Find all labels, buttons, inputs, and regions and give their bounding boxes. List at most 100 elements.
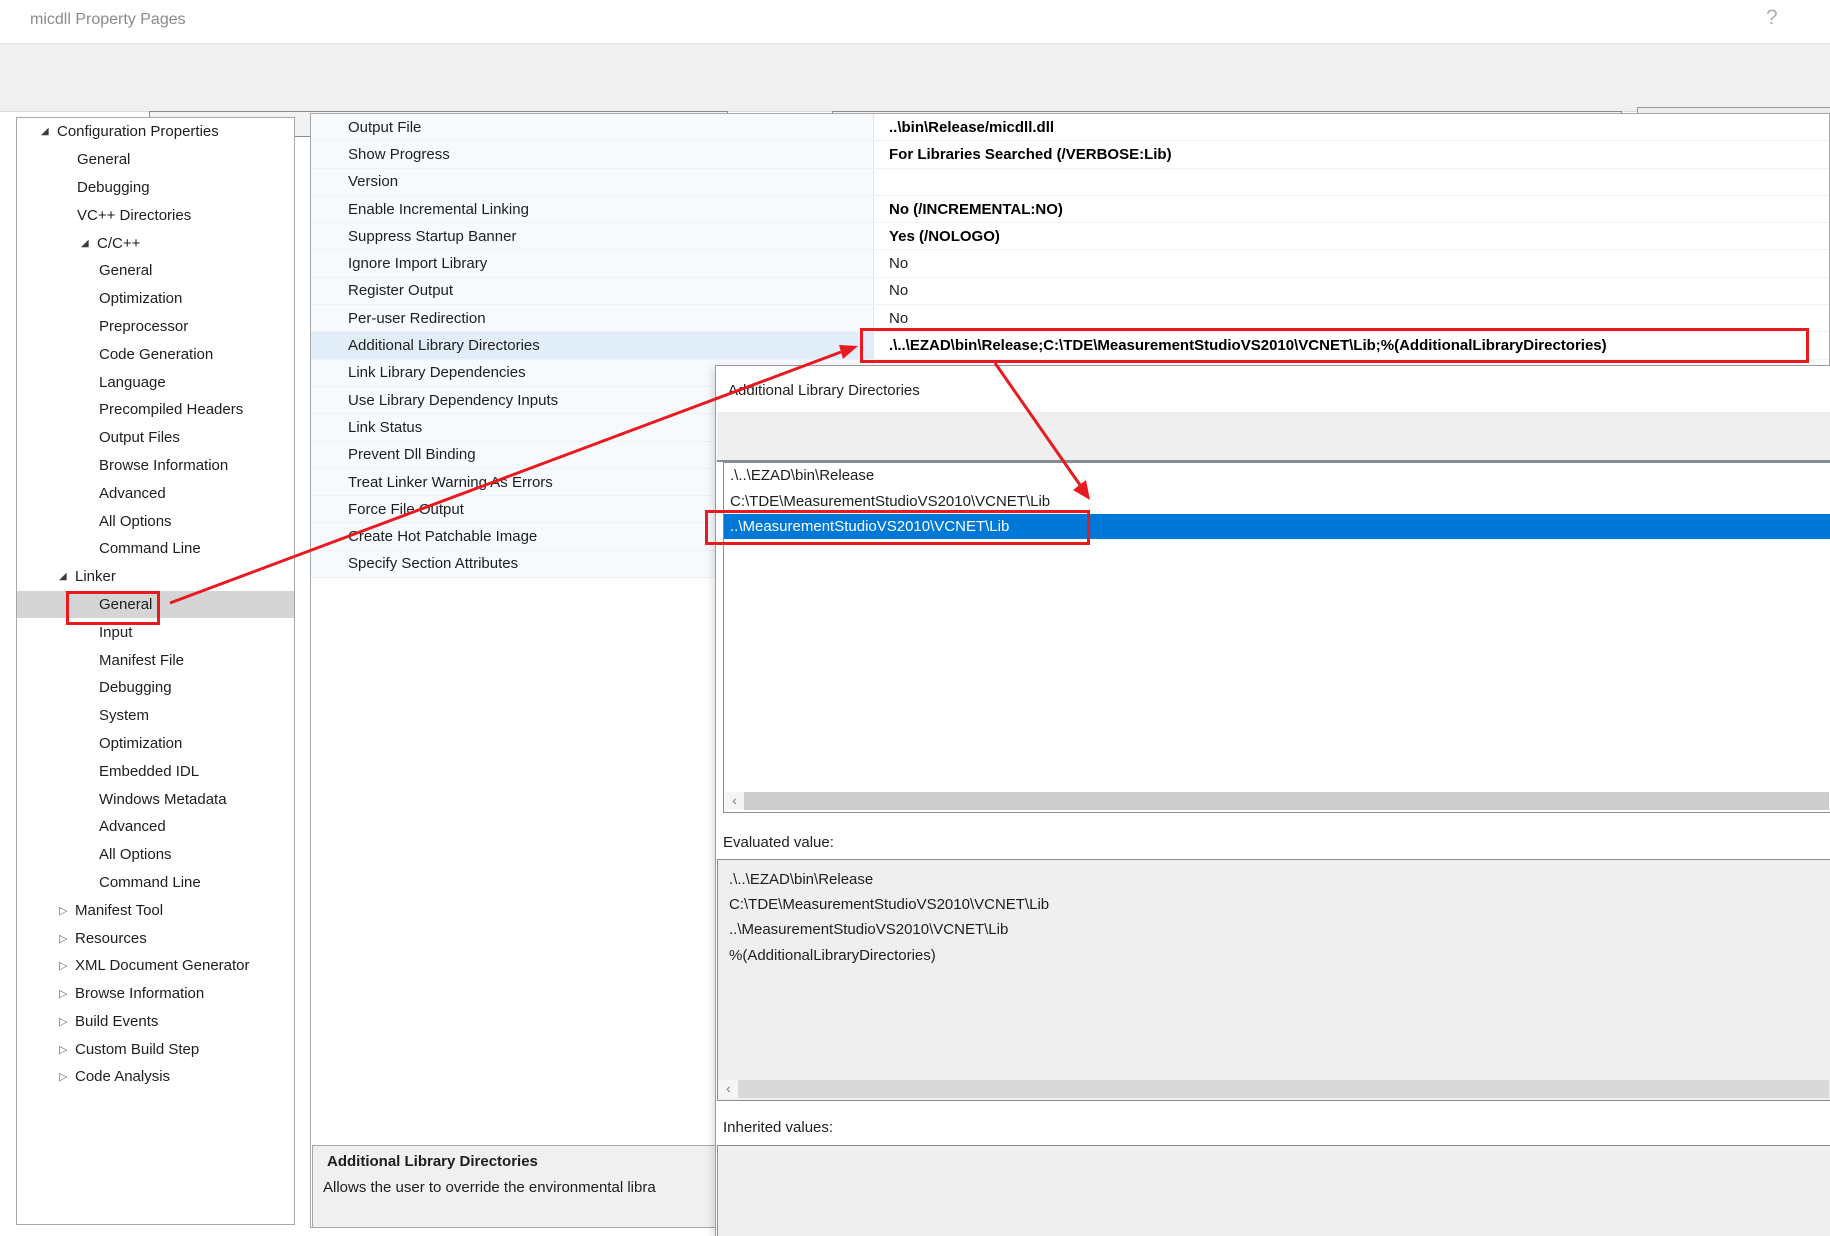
chevron-collapsed-icon[interactable]: ▷ — [59, 1043, 75, 1056]
help-box-description: Allows the user to override the environm… — [323, 1179, 656, 1196]
help-box-title: Additional Library Directories — [327, 1153, 538, 1170]
property-value[interactable]: No (/INCREMENTAL:NO) — [873, 196, 1829, 222]
tree-item-advanced[interactable]: Advanced — [17, 813, 294, 841]
property-row[interactable]: Per-user RedirectionNo — [311, 305, 1829, 332]
property-pages-dialog: micdll Property Pages ? Configuration: A… — [0, 0, 1830, 1236]
directory-list-item[interactable]: ..\MeasurementStudioVS2010\VCNET\Lib — [724, 514, 1830, 539]
property-label: Additional Library Directories — [311, 332, 873, 358]
tree-item-general[interactable]: General — [17, 146, 294, 174]
tree-item-system[interactable]: System — [17, 702, 294, 730]
property-row[interactable]: Output File..\bin\Release/micdll.dll — [311, 114, 1829, 141]
tree-item-general[interactable]: General — [17, 257, 294, 285]
property-value[interactable]: No — [873, 250, 1829, 276]
tree-item-manifest-file[interactable]: Manifest File — [17, 646, 294, 674]
property-value[interactable]: For Libraries Searched (/VERBOSE:Lib) — [873, 141, 1829, 167]
property-label: Enable Incremental Linking — [311, 196, 873, 222]
tree-item-label: All Options — [99, 513, 172, 530]
tree-item-label: XML Document Generator — [75, 957, 250, 974]
property-value[interactable] — [873, 169, 1829, 195]
tree-item-advanced[interactable]: Advanced — [17, 479, 294, 507]
tree-item-build-events[interactable]: ▷Build Events — [17, 1008, 294, 1036]
directory-list-item[interactable]: .\..\EZAD\bin\Release — [724, 463, 1830, 488]
chevron-collapsed-icon[interactable]: ▷ — [59, 1015, 75, 1028]
property-label: Suppress Startup Banner — [311, 223, 873, 249]
tree-item-debugging[interactable]: Debugging — [17, 174, 294, 202]
property-row[interactable]: Version — [311, 169, 1829, 196]
tree-item-code-generation[interactable]: Code Generation — [17, 340, 294, 368]
property-row[interactable]: Suppress Startup BannerYes (/NOLOGO) — [311, 223, 1829, 250]
inherited-values-box — [717, 1145, 1830, 1236]
tree-item-all-options[interactable]: All Options — [17, 507, 294, 535]
tree-item-precompiled-headers[interactable]: Precompiled Headers — [17, 396, 294, 424]
help-icon[interactable]: ? — [1766, 6, 1778, 30]
tree-item-label: Embedded IDL — [99, 763, 199, 780]
property-help-box: Additional Library Directories Allows th… — [312, 1145, 716, 1228]
directories-list[interactable]: .\..\EZAD\bin\ReleaseC:\TDE\MeasurementS… — [723, 462, 1830, 813]
chevron-collapsed-icon[interactable]: ▷ — [59, 959, 75, 972]
property-value[interactable]: Yes (/NOLOGO) — [873, 223, 1829, 249]
tree-item-code-analysis[interactable]: ▷Code Analysis — [17, 1063, 294, 1091]
chevron-expanded-icon[interactable]: ◢ — [81, 238, 97, 249]
tree-item-embedded-idl[interactable]: Embedded IDL — [17, 757, 294, 785]
tree-item-label: VC++ Directories — [77, 207, 191, 224]
tree-item-configuration-properties[interactable]: ◢Configuration Properties — [17, 118, 294, 146]
scrollbar-track[interactable] — [738, 1080, 1829, 1098]
tree-item-optimization[interactable]: Optimization — [17, 730, 294, 758]
tree-item-resources[interactable]: ▷Resources — [17, 924, 294, 952]
tree-item-label: Preprocessor — [99, 318, 188, 335]
tree-item-windows-metadata[interactable]: Windows Metadata — [17, 785, 294, 813]
tree-item-preprocessor[interactable]: Preprocessor — [17, 313, 294, 341]
chevron-expanded-icon[interactable]: ◢ — [59, 571, 75, 582]
list-horizontal-scrollbar[interactable]: ‹ — [725, 792, 1829, 810]
tree-item-label: Linker — [75, 568, 116, 585]
tree-item-language[interactable]: Language — [17, 368, 294, 396]
property-value[interactable]: No — [873, 305, 1829, 331]
property-value[interactable]: .\..\EZAD\bin\Release;C:\TDE\Measurement… — [873, 332, 1829, 358]
tree-item-output-files[interactable]: Output Files — [17, 424, 294, 452]
scroll-left-icon[interactable]: ‹ — [725, 792, 744, 810]
tree-item-label: Code Generation — [99, 346, 213, 363]
tree-item-label: All Options — [99, 846, 172, 863]
property-label: Output File — [311, 114, 873, 140]
chevron-collapsed-icon[interactable]: ▷ — [59, 904, 75, 917]
tree-item-input[interactable]: Input — [17, 618, 294, 646]
property-row[interactable]: Show ProgressFor Libraries Searched (/VE… — [311, 141, 1829, 168]
tree-item-custom-build-step[interactable]: ▷Custom Build Step — [17, 1035, 294, 1063]
tree-item-vc-directories[interactable]: VC++ Directories — [17, 201, 294, 229]
tree-item-label: Configuration Properties — [57, 123, 219, 140]
chevron-collapsed-icon[interactable]: ▷ — [59, 932, 75, 945]
tree-item-manifest-tool[interactable]: ▷Manifest Tool — [17, 896, 294, 924]
scroll-left-icon[interactable]: ‹ — [719, 1080, 738, 1098]
popup-title: Additional Library Directories — [728, 382, 920, 399]
tree-item-linker[interactable]: ◢Linker — [17, 563, 294, 591]
tree-item-command-line[interactable]: Command Line — [17, 535, 294, 563]
chevron-expanded-icon[interactable]: ◢ — [41, 126, 57, 137]
tree-item-browse-information[interactable]: Browse Information — [17, 452, 294, 480]
tree-item-all-options[interactable]: All Options — [17, 841, 294, 869]
tree-item-label: Debugging — [77, 179, 150, 196]
property-row[interactable]: Enable Incremental LinkingNo (/INCREMENT… — [311, 196, 1829, 223]
tree-item-browse-information[interactable]: ▷Browse Information — [17, 980, 294, 1008]
popup-toolbar-band — [717, 412, 1830, 462]
property-row[interactable]: Ignore Import LibraryNo — [311, 250, 1829, 277]
tree-item-command-line[interactable]: Command Line — [17, 869, 294, 897]
property-label: Per-user Redirection — [311, 305, 873, 331]
tree-item-general[interactable]: General — [17, 591, 294, 619]
tree-item-optimization[interactable]: Optimization — [17, 285, 294, 313]
chevron-collapsed-icon[interactable]: ▷ — [59, 987, 75, 1000]
tree-item-c-c-[interactable]: ◢C/C++ — [17, 229, 294, 257]
tree-item-xml-document-generator[interactable]: ▷XML Document Generator — [17, 952, 294, 980]
chevron-collapsed-icon[interactable]: ▷ — [59, 1070, 75, 1083]
inherited-values-label: Inherited values: — [723, 1118, 833, 1138]
directory-list-item[interactable]: C:\TDE\MeasurementStudioVS2010\VCNET\Lib — [724, 488, 1830, 513]
evaluated-value-line: %(AdditionalLibraryDirectories) — [729, 943, 1830, 968]
property-row[interactable]: Register OutputNo — [311, 278, 1829, 305]
property-value[interactable]: ..\bin\Release/micdll.dll — [873, 114, 1829, 140]
evaluated-horizontal-scrollbar[interactable]: ‹ — [719, 1080, 1829, 1098]
tree-item-debugging[interactable]: Debugging — [17, 674, 294, 702]
tree-item-label: General — [77, 151, 130, 168]
property-value[interactable]: No — [873, 278, 1829, 304]
property-row[interactable]: Additional Library Directories.\..\EZAD\… — [311, 332, 1829, 359]
scrollbar-track[interactable] — [744, 792, 1829, 810]
tree-item-label: Resources — [75, 930, 147, 947]
